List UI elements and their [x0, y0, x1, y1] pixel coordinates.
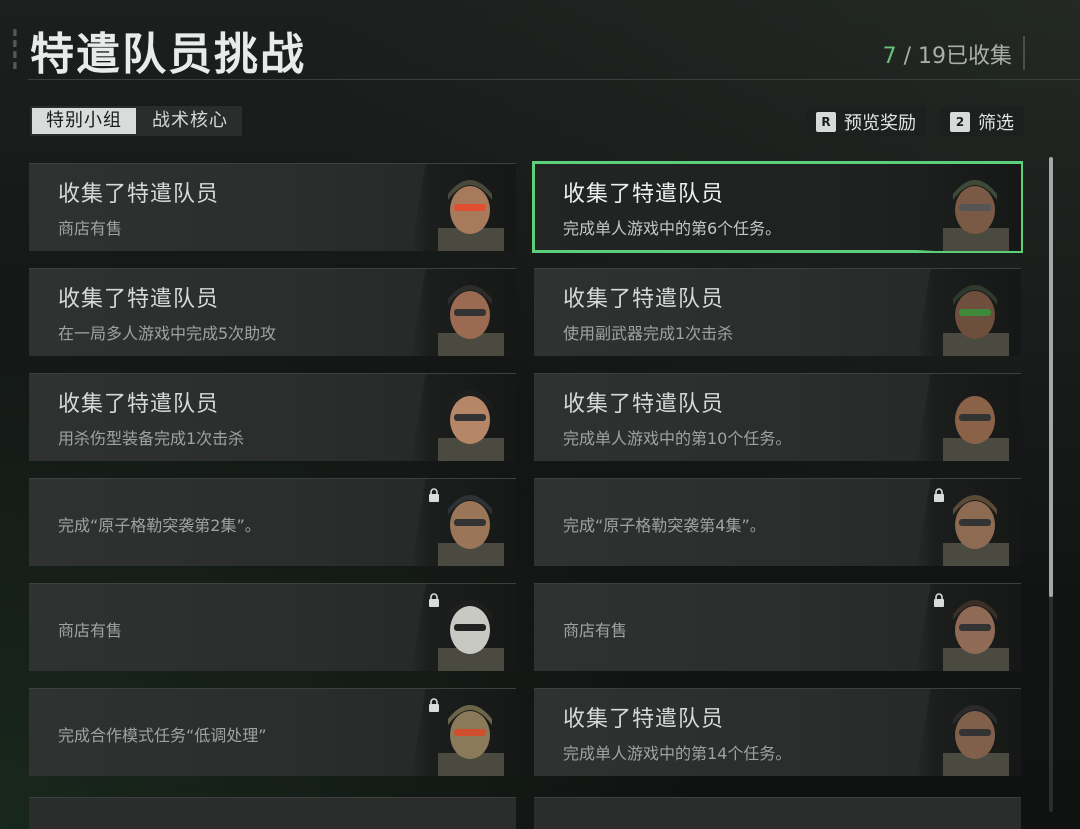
tab-tactical-core[interactable]: 战术核心: [138, 106, 242, 136]
card-description: 完成“原子格勒突袭第4集”。: [563, 516, 766, 535]
card-heading: 收集了特遣队员: [58, 182, 220, 207]
operator-portrait-female: [929, 376, 1015, 461]
operator-card[interactable]: 收集了特遣队员商店有售: [29, 163, 516, 251]
operator-challenges-screen: ▮▮▮▮ 特遣队员挑战 7 / 19已收集 特别小组 战术核心 R 预览奖励 2…: [0, 0, 1080, 829]
card-heading: 收集了特遣队员: [58, 392, 220, 417]
operator-card[interactable]: 商店有售: [29, 583, 516, 671]
operator-card[interactable]: 完成合作模式任务“低调处理”: [29, 688, 516, 776]
card-heading: 收集了特遣队员: [563, 182, 725, 207]
operator-portrait-beanie: [424, 271, 510, 356]
operator-card[interactable]: 收集了特遣队员用杀伤型装备完成1次击杀: [29, 373, 516, 461]
operator-portrait-ghillie: [424, 691, 510, 776]
operator-portrait-boonie-hat: [424, 481, 510, 566]
operator-card-partial[interactable]: [29, 797, 516, 829]
card-description: 完成合作模式任务“低调处理”: [58, 726, 267, 745]
operator-card[interactable]: 收集了特遣队员在一局多人游戏中完成5次助攻: [29, 268, 516, 356]
card-description: 完成“原子格勒突袭第2集”。: [58, 516, 261, 535]
card-heading: 收集了特遣队员: [563, 707, 725, 732]
card-description: 在一局多人游戏中完成5次助攻: [58, 324, 277, 343]
operator-card[interactable]: 收集了特遣队员完成单人游戏中的第14个任务。: [534, 688, 1021, 776]
operator-portrait-helmet-goggles: [424, 166, 510, 251]
card-description: 完成单人游戏中的第10个任务。: [563, 429, 792, 448]
preview-rewards-button[interactable]: R 预览奖励: [806, 107, 926, 137]
tab-special-group[interactable]: 特别小组: [32, 108, 136, 134]
scrollbar-thumb[interactable]: [1049, 157, 1053, 597]
key-r-icon: R: [816, 112, 836, 132]
operator-portrait-beret: [424, 376, 510, 461]
header-actions: R 预览奖励 2 筛选: [806, 107, 1024, 137]
card-description: 商店有售: [563, 621, 628, 640]
operator-card[interactable]: 收集了特遣队员完成单人游戏中的第10个任务。: [534, 373, 1021, 461]
card-description: 商店有售: [58, 621, 123, 640]
operator-portrait-headset: [929, 691, 1015, 776]
page-title: 特遣队员挑战: [30, 29, 306, 80]
card-description: 完成单人游戏中的第14个任务。: [563, 744, 792, 763]
scrollbar[interactable]: [1049, 157, 1053, 812]
counter-divider: [1023, 36, 1025, 70]
operator-card[interactable]: 完成“原子格勒突袭第4集”。: [534, 478, 1021, 566]
side-decoration: ▮▮▮▮: [10, 28, 20, 72]
operator-portrait-hood: [929, 481, 1015, 566]
collected-total: / 19已收集: [896, 44, 1012, 69]
card-description: 用杀伤型装备完成1次击杀: [58, 429, 245, 448]
card-description: 使用副武器完成1次击杀: [563, 324, 734, 343]
operator-portrait-skull-mask: [424, 586, 510, 671]
operator-card[interactable]: 完成“原子格勒突袭第2集”。: [29, 478, 516, 566]
collected-count: 7: [882, 44, 897, 69]
card-description: 商店有售: [58, 219, 123, 238]
key-2-icon: 2: [950, 112, 970, 132]
card-heading: 收集了特遣队员: [563, 392, 725, 417]
collection-counter: 7 / 19已收集: [883, 38, 1012, 70]
operator-portrait-green-goggles: [929, 271, 1015, 356]
category-tabs: 特别小组 战术核心: [30, 106, 242, 136]
card-heading: 收集了特遣队员: [563, 287, 725, 312]
operator-card[interactable]: 商店有售: [534, 583, 1021, 671]
operator-portrait-camo-helmet: [929, 166, 1015, 251]
filter-label: 筛选: [978, 113, 1014, 134]
card-heading: 收集了特遣队员: [58, 287, 220, 312]
filter-button[interactable]: 2 筛选: [940, 107, 1024, 137]
operator-card[interactable]: 收集了特遣队员完成单人游戏中的第6个任务。: [532, 161, 1023, 253]
preview-rewards-label: 预览奖励: [844, 113, 916, 134]
operator-card-grid: 收集了特遣队员 商店有售 收集了特遣队员 完成单人游戏中的第6个任务。 收集了特遣队…: [29, 161, 1023, 776]
operator-card-partial[interactable]: [534, 797, 1021, 829]
operator-card[interactable]: 收集了特遣队员使用副武器完成1次击杀: [534, 268, 1021, 356]
header-divider: [28, 79, 1080, 80]
card-description: 完成单人游戏中的第6个任务。: [563, 219, 782, 238]
operator-portrait-scarred: [929, 586, 1015, 671]
